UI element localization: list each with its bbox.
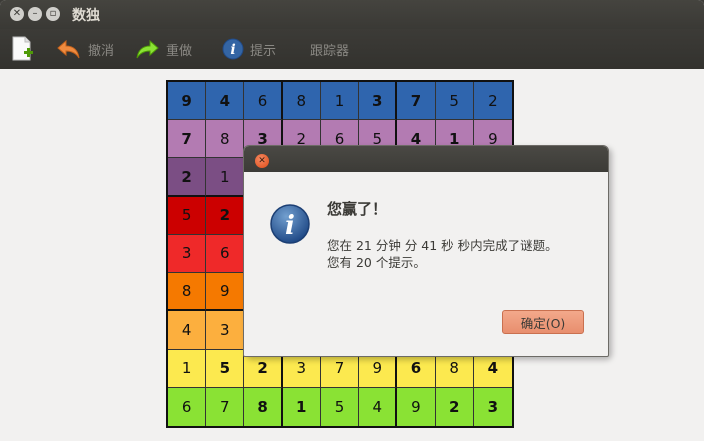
sudoku-cell[interactable]: 2 <box>168 158 207 197</box>
sudoku-cell[interactable]: 1 <box>168 349 207 388</box>
sudoku-cell[interactable]: 2 <box>435 387 474 426</box>
sudoku-cell[interactable]: 9 <box>206 273 245 312</box>
sudoku-cell[interactable]: 8 <box>244 387 283 426</box>
sudoku-cell[interactable]: 6 <box>244 82 283 121</box>
info-icon: i <box>270 204 310 244</box>
redo-arrow-icon <box>136 39 159 59</box>
info-icon: i <box>222 38 244 60</box>
undo-label: 撤消 <box>88 43 115 59</box>
minimize-icon: – <box>32 8 38 19</box>
tracker-button[interactable]: 跟踪器 <box>304 29 349 69</box>
win-dialog: ✕ i 您赢了！ 您在 21 分钟 分 41 秒 秒内完成了谜题。 您有 20 … <box>243 145 609 357</box>
sudoku-cell[interactable]: 9 <box>168 82 207 121</box>
sudoku-cell[interactable]: 5 <box>206 349 245 388</box>
window-maximize-button[interactable]: ▫ <box>46 7 60 21</box>
sudoku-cell[interactable]: 7 <box>397 82 436 121</box>
redo-button[interactable]: 重做 <box>134 29 192 69</box>
sudoku-cell[interactable]: 2 <box>473 82 512 121</box>
sudoku-cell[interactable]: 4 <box>206 82 245 121</box>
toolbar: 撤消 重做 i 提示 跟踪器 <box>0 29 704 69</box>
dialog-title-bar: ✕ <box>244 146 608 172</box>
sudoku-cell[interactable]: 9 <box>397 387 436 426</box>
new-game-button[interactable] <box>10 29 34 69</box>
sudoku-cell[interactable]: 1 <box>320 82 360 121</box>
hint-button[interactable]: i 提示 <box>222 29 276 69</box>
sudoku-cell[interactable]: 1 <box>282 387 321 426</box>
svg-text:i: i <box>285 211 295 241</box>
close-icon: ✕ <box>258 156 266 166</box>
sudoku-cell[interactable]: 7 <box>168 120 207 159</box>
dialog-message-hints: 您有 20 个提示。 <box>327 255 426 270</box>
sudoku-cell[interactable]: 5 <box>320 387 360 426</box>
dialog-heading: 您赢了！ <box>327 200 388 218</box>
undo-button[interactable]: 撤消 <box>56 29 114 69</box>
tracker-label: 跟踪器 <box>310 43 350 59</box>
svg-text:i: i <box>230 42 235 58</box>
sudoku-cell[interactable]: 6 <box>206 234 245 274</box>
dialog-close-button[interactable]: ✕ <box>255 154 269 168</box>
title-bar: ✕ – ▫ 数独 <box>0 0 704 29</box>
sudoku-cell[interactable]: 2 <box>206 196 245 235</box>
sudoku-cell[interactable]: 6 <box>168 387 207 426</box>
sudoku-cell[interactable]: 5 <box>168 196 207 235</box>
undo-arrow-icon <box>57 39 80 59</box>
new-document-icon <box>12 36 33 61</box>
hint-label: 提示 <box>250 43 277 59</box>
close-icon: ✕ <box>12 8 22 19</box>
ok-button[interactable]: 确定(O) <box>502 310 584 334</box>
window-close-button[interactable]: ✕ <box>10 7 24 21</box>
window-minimize-button[interactable]: – <box>28 7 42 21</box>
sudoku-cell[interactable]: 4 <box>168 311 207 350</box>
sudoku-cell[interactable]: 8 <box>206 120 245 159</box>
sudoku-cell[interactable]: 8 <box>168 273 207 312</box>
sudoku-window: ✕ – ▫ 数独 撤消 重做 i 提示 跟踪器 9 4 6 8 1 3 7 5 … <box>0 0 704 441</box>
redo-label: 重做 <box>166 43 193 59</box>
sudoku-cell[interactable]: 4 <box>359 387 398 426</box>
sudoku-cell[interactable]: 3 <box>168 234 207 274</box>
sudoku-cell[interactable]: 3 <box>206 311 245 350</box>
window-title: 数独 <box>72 8 100 24</box>
sudoku-cell[interactable]: 3 <box>473 387 512 426</box>
sudoku-cell[interactable]: 1 <box>206 158 245 197</box>
maximize-icon: ▫ <box>49 8 57 19</box>
sudoku-cell[interactable]: 8 <box>282 82 321 121</box>
sudoku-cell[interactable]: 3 <box>359 82 398 121</box>
sudoku-cell[interactable]: 7 <box>206 387 245 426</box>
sudoku-cell[interactable]: 5 <box>435 82 474 121</box>
